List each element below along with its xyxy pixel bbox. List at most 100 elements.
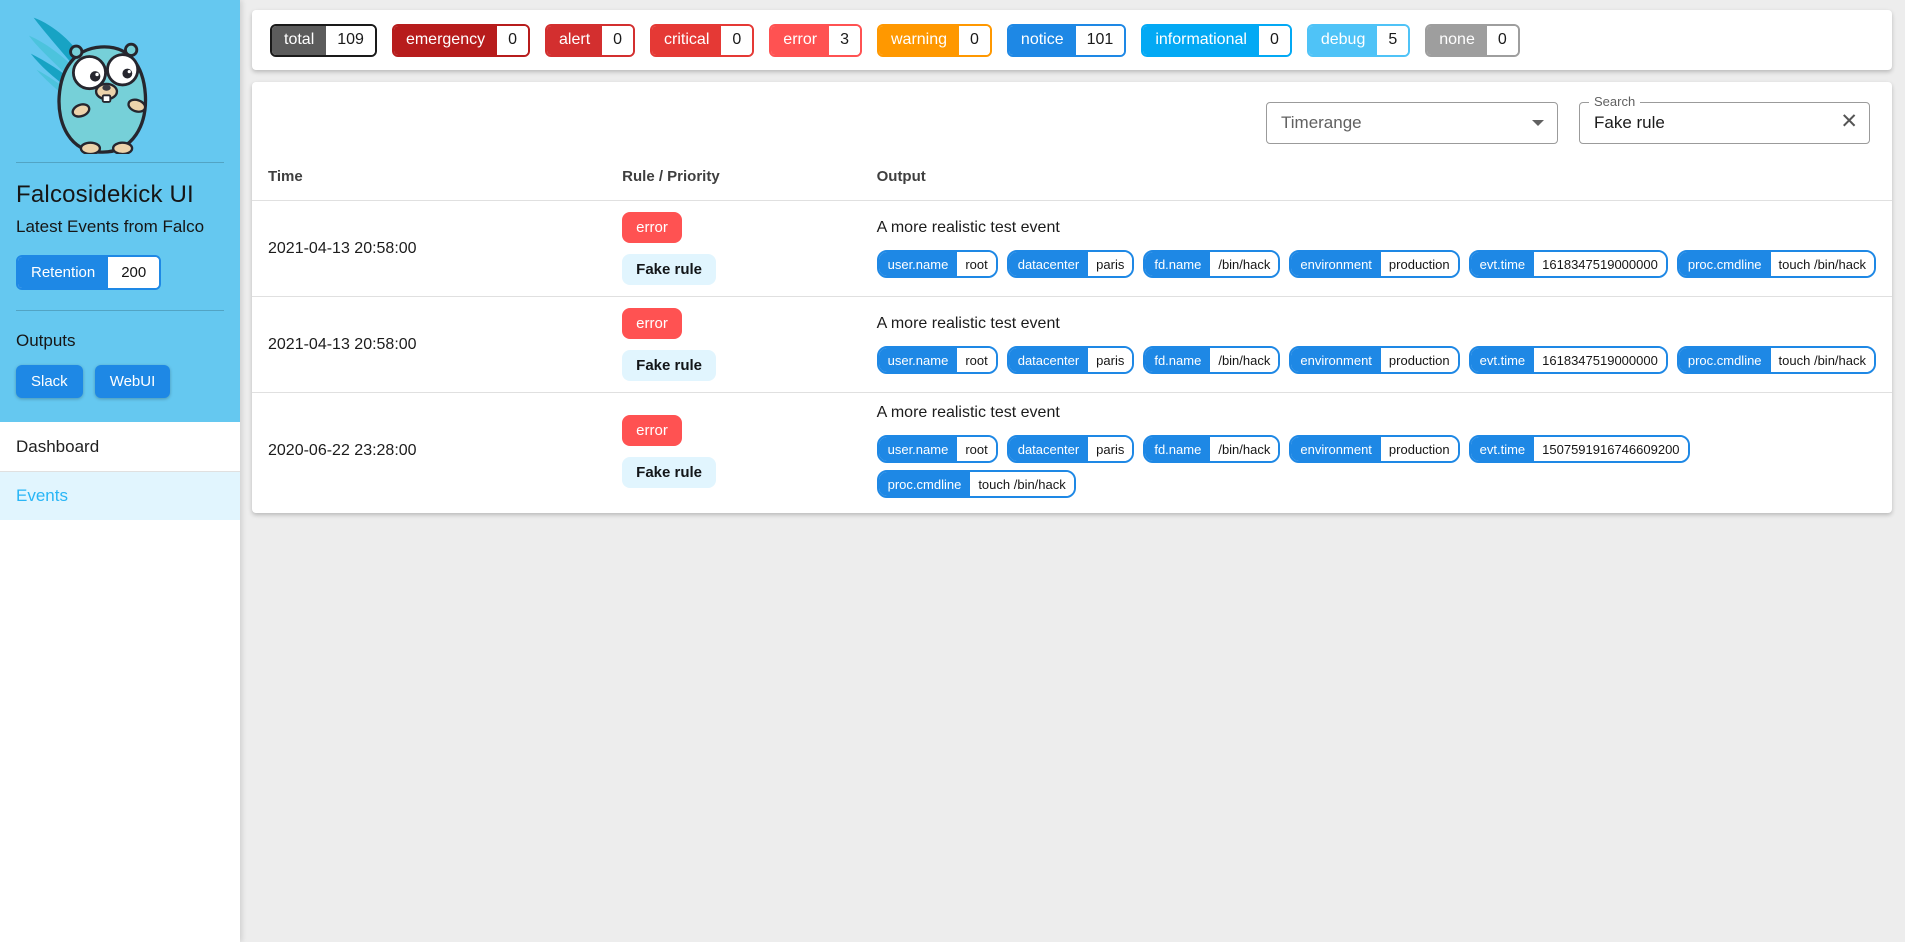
event-field-chip-key: fd.name [1145, 252, 1210, 276]
events-card: Timerange Search ✕ Time Rule / Priority … [252, 82, 1892, 513]
event-field-chip-value: /bin/hack [1210, 348, 1278, 372]
priority-badge-label: notice [1009, 26, 1076, 55]
column-header-rule-priority: Rule / Priority [606, 160, 860, 201]
event-field-chip-key: proc.cmdline [879, 472, 971, 496]
priority-chip: error [622, 212, 682, 243]
priority-chip: error [622, 308, 682, 339]
sidebar-nav-item-label: Events [16, 486, 68, 506]
priority-filter-badge[interactable]: critical 0 [650, 24, 754, 57]
event-field-chip-key: datacenter [1009, 437, 1088, 461]
sidebar-divider [16, 310, 224, 311]
app-subtitle: Latest Events from Falco [16, 217, 224, 237]
event-field-chip: user.name root [877, 435, 998, 463]
rule-chip: Fake rule [622, 457, 716, 488]
event-field-chip: fd.name /bin/hack [1143, 250, 1280, 278]
event-field-chip-value: touch /bin/hack [970, 472, 1073, 496]
event-field-chip-value: /bin/hack [1210, 252, 1278, 276]
event-output-text: A more realistic test event [877, 219, 1876, 237]
sidebar-item-events[interactable]: Events [0, 471, 240, 520]
event-field-chip: environment production [1289, 250, 1459, 278]
timerange-label: Timerange [1281, 113, 1362, 133]
event-field-chip-value: /bin/hack [1210, 437, 1278, 461]
priority-filter-badge[interactable]: emergency 0 [392, 24, 530, 57]
priority-badge-label: critical [652, 26, 721, 55]
retention-badge: Retention 200 [16, 255, 161, 290]
priority-filter-badge[interactable]: informational 0 [1141, 24, 1292, 57]
column-header-output: Output [861, 160, 1892, 201]
event-time: 2021-04-13 20:58:00 [252, 297, 606, 393]
event-field-chip: user.name root [877, 250, 998, 278]
event-rule-priority-cell: error Fake rule [606, 393, 860, 510]
output-button-slack[interactable]: Slack [16, 365, 83, 398]
column-header-time: Time [252, 160, 606, 201]
filter-row: Timerange Search ✕ [252, 82, 1892, 156]
clear-search-icon[interactable]: ✕ [1840, 111, 1858, 132]
sidebar-nav: Dashboard Events [0, 422, 240, 520]
priority-chip: error [622, 415, 682, 446]
event-field-chip-line: user.name root datacenter paris fd.name … [877, 346, 1876, 374]
chevron-down-icon[interactable] [1532, 120, 1544, 126]
falcosidekick-gopher-logo [18, 12, 178, 154]
event-field-chip-key: environment [1291, 348, 1381, 372]
app-title: Falcosidekick UI [16, 181, 224, 209]
retention-label: Retention [18, 257, 108, 288]
priority-filter-badge[interactable]: debug 5 [1307, 24, 1410, 57]
event-field-chip-value: production [1381, 252, 1458, 276]
event-field-chip-key: datacenter [1009, 348, 1088, 372]
event-field-chip: evt.time 1507591916746609200 [1469, 435, 1690, 463]
sidebar-item-dashboard[interactable]: Dashboard [0, 422, 240, 471]
timerange-select[interactable]: Timerange [1266, 102, 1558, 144]
sidebar-nav-item-label: Dashboard [16, 437, 99, 457]
priority-badge-label: informational [1143, 26, 1259, 55]
event-field-chip-value: paris [1088, 252, 1132, 276]
event-field-chip-key: fd.name [1145, 348, 1210, 372]
event-field-chip-value: 1618347519000000 [1534, 348, 1666, 372]
event-field-chip-key: user.name [879, 252, 958, 276]
event-field-chip-value: paris [1088, 348, 1132, 372]
priority-badge-count: 0 [721, 26, 752, 55]
priority-badge-count: 3 [829, 26, 860, 55]
event-field-chip-value: root [957, 437, 995, 461]
event-field-chip: datacenter paris [1007, 346, 1135, 374]
event-time: 2020-06-22 23:28:00 [252, 393, 606, 510]
event-field-chip-key: environment [1291, 252, 1381, 276]
event-field-chip: fd.name /bin/hack [1143, 346, 1280, 374]
event-output-text: A more realistic test event [877, 315, 1876, 333]
event-field-chip-line: proc.cmdline touch /bin/hack [877, 470, 1876, 498]
event-field-chip: user.name root [877, 346, 998, 374]
event-output-cell: A more realistic test event user.name ro… [861, 393, 1892, 510]
priority-badges: total 109 emergency 0 alert 0 critical 0… [270, 24, 1520, 57]
sidebar: Falcosidekick UI Latest Events from Falc… [0, 0, 240, 942]
event-field-chips: user.name root datacenter paris fd.name … [877, 346, 1876, 374]
priority-badge-count: 5 [1377, 26, 1408, 55]
event-field-chip-key: datacenter [1009, 252, 1088, 276]
priority-badge-label: alert [547, 26, 602, 55]
priority-filter-badge[interactable]: warning 0 [877, 24, 992, 57]
event-field-chip: datacenter paris [1007, 435, 1135, 463]
priority-filter-badge[interactable]: total 109 [270, 24, 377, 57]
priority-badge-count: 0 [959, 26, 990, 55]
priority-badge-label: error [771, 26, 829, 55]
priority-badge-count: 101 [1076, 26, 1125, 55]
event-output-cell: A more realistic test event user.name ro… [861, 297, 1892, 393]
event-field-chip-value: 1507591916746609200 [1534, 437, 1687, 461]
event-field-chip-key: proc.cmdline [1679, 252, 1771, 276]
priority-badge-label: total [272, 26, 326, 55]
main-content: total 109 emergency 0 alert 0 critical 0… [240, 0, 1905, 513]
search-field: Search ✕ [1579, 102, 1870, 144]
priority-filter-badge[interactable]: error 3 [769, 24, 862, 57]
search-input[interactable] [1594, 113, 1831, 133]
event-field-chip-key: evt.time [1471, 437, 1535, 461]
event-field-chips: user.name root datacenter paris fd.name … [877, 250, 1876, 278]
events-table-header: Time Rule / Priority Output [252, 160, 1892, 201]
output-button-webui[interactable]: WebUI [95, 365, 171, 398]
priority-filter-badge[interactable]: none 0 [1425, 24, 1520, 57]
priority-badge-count: 0 [497, 26, 528, 55]
event-row: 2021-04-13 20:58:00 error Fake rule A mo… [252, 201, 1892, 297]
priority-summary-toolbar: total 109 emergency 0 alert 0 critical 0… [252, 10, 1892, 70]
priority-badge-label: emergency [394, 26, 497, 55]
priority-filter-badge[interactable]: notice 101 [1007, 24, 1126, 57]
event-field-chip-line: user.name root datacenter paris fd.name … [877, 250, 1876, 278]
priority-badge-count: 109 [326, 26, 375, 55]
priority-filter-badge[interactable]: alert 0 [545, 24, 635, 57]
